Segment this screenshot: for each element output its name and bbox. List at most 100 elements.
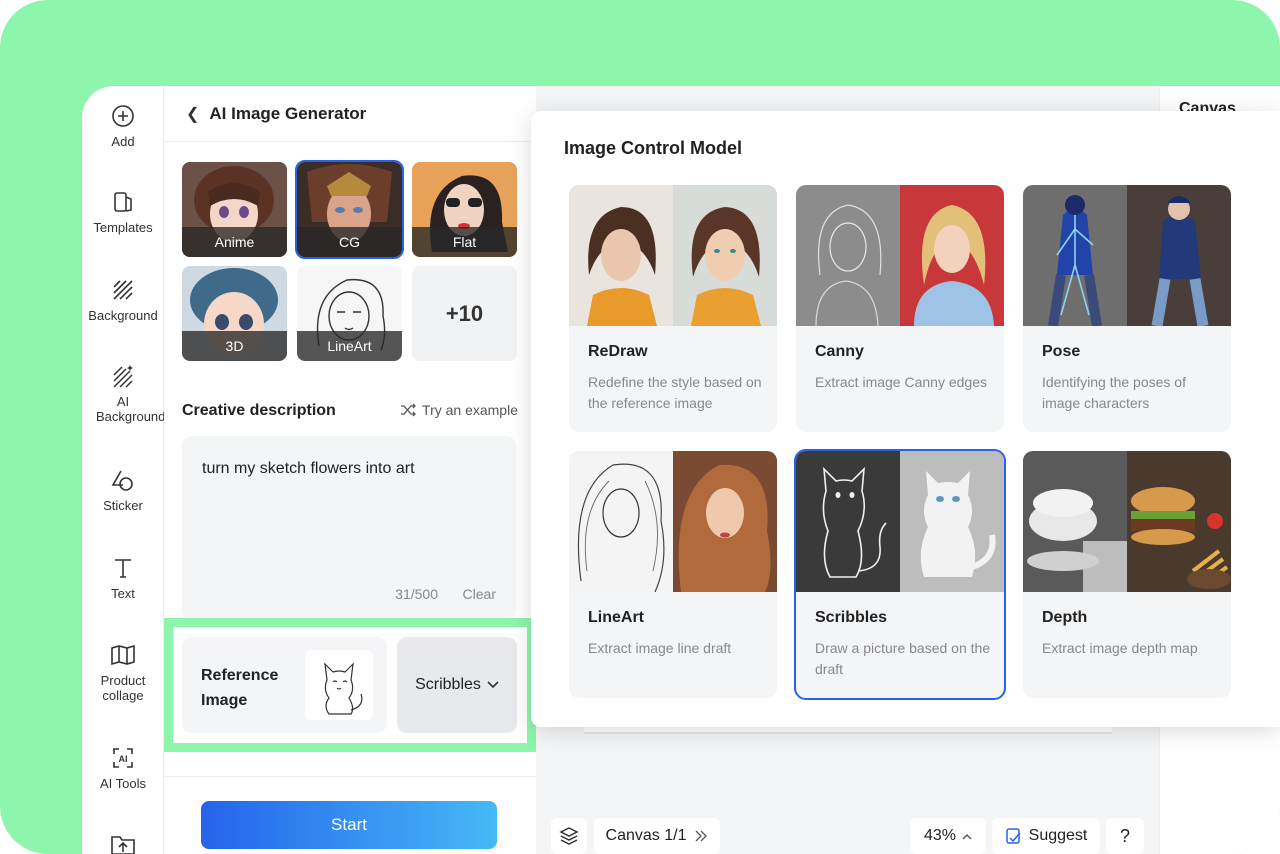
tool-ai-tools[interactable]: AI AI Tools [82,746,164,791]
model-description: Extract image depth map [1042,640,1198,656]
start-footer: Start [164,776,536,854]
tool-sticker[interactable]: Sticker [82,468,164,513]
upload-folder-icon [111,836,135,854]
collage-icon [111,644,135,666]
tool-sticker-label: Sticker [103,498,143,513]
style-card-label: CG [297,227,402,257]
model-description: Extract image line draft [588,640,732,656]
model-name: Canny [815,343,864,360]
model-card-depth[interactable]: Depth Extract image depth map [1023,451,1231,698]
model-name: Depth [1042,609,1088,626]
style-card-label: 3D [182,331,287,361]
model-name: LineArt [588,609,644,626]
reference-image-thumbnail[interactable] [305,650,373,720]
redraw-preview [569,185,777,326]
control-model-dropdown[interactable]: Scribbles [397,637,517,733]
try-example-button[interactable]: Try an example [400,402,518,418]
tool-product-collage-label: Product collage [100,673,146,703]
hatch-icon [113,280,133,300]
tool-templates-label: Templates [93,220,153,235]
more-styles-button[interactable]: +10 [412,266,517,361]
scribbles-preview [796,451,1004,592]
suggest-icon [1005,828,1021,844]
style-card-label: Flat [412,227,517,257]
style-card-anime[interactable]: Anime [182,162,287,257]
shuffle-icon [401,403,416,417]
tool-add-label: Add [111,134,135,149]
style-card-label: LineArt [297,331,402,361]
tool-ai-background-label: AI Background [96,394,166,424]
suggest-label: Suggest [1028,827,1088,844]
reference-image-box[interactable]: Reference Image [182,637,387,733]
ai-tools-icon: AI [113,748,133,768]
left-toolbar: Add Templates Background AI Background S… [82,86,166,854]
char-count: 31/500 [395,586,438,602]
clear-button[interactable]: Clear [463,586,496,602]
try-example-label: Try an example [422,402,518,418]
model-card-pose[interactable]: Pose Identifying the poses of image char… [1023,185,1231,432]
cat-sketch-image [324,662,363,715]
model-card-scribbles[interactable]: Scribbles Draw a picture based on the dr… [794,449,1006,700]
tool-ai-background[interactable]: AI Background [82,364,166,424]
tool-background-label: Background [88,308,158,323]
layers-icon [559,827,579,845]
control-model-value: Scribbles [415,676,481,693]
ai-generator-panel: ❮ AI Image Generator Anime CG Flat 3D Li… [164,86,536,854]
tool-add[interactable]: Add [82,104,164,149]
zoom-control[interactable]: 43% [910,818,986,854]
model-name: Scribbles [815,609,888,626]
model-description: Extract image Canny edges [815,374,987,390]
tool-product-collage[interactable]: Product collage [82,643,164,703]
pose-preview [1023,185,1231,326]
model-description: Draw a picture based on the draft [815,640,991,677]
tool-upload[interactable] [82,832,164,854]
sticker-icon [111,470,133,491]
panel-title: AI Image Generator [209,103,367,123]
tool-background[interactable]: Background [82,278,164,323]
screenshot-frame: Add Templates Background AI Background S… [0,0,1280,854]
model-name: ReDraw [588,343,648,360]
description-text: turn my sketch flowers into art [202,460,415,477]
style-card-lineart[interactable]: LineArt [297,266,402,361]
tool-text-label: Text [111,586,135,601]
depth-preview [1023,451,1231,592]
popup-title: Image Control Model [564,138,743,158]
plus-circle-icon [112,105,134,127]
image-control-model-popup: Image Control Model ReDraw Redefine the … [531,111,1280,727]
help-button[interactable]: ? [1106,818,1144,854]
suggest-button[interactable]: Suggest [992,818,1100,854]
model-description: Identifying the poses of image character… [1042,374,1186,411]
model-description: Redefine the style based on the referenc… [588,374,762,411]
model-card-redraw[interactable]: ReDraw Redefine the style based on the r… [569,185,777,432]
model-card-lineart[interactable]: LineArt Extract image line draft [569,451,777,698]
start-button[interactable]: Start [201,801,497,849]
zoom-level: 43% [923,827,957,844]
tool-text[interactable]: Text [82,556,164,601]
tool-ai-tools-label: AI Tools [99,776,146,791]
canny-preview [796,185,1004,326]
creative-description-title: Creative description [182,402,336,419]
svg-text:AI: AI [119,754,128,764]
layers-button[interactable] [551,818,587,854]
style-card-label: Anime [182,227,287,257]
lineart-preview [569,451,777,592]
chevron-down-icon [487,681,499,689]
back-chevron-icon[interactable]: ❮ [186,104,199,124]
panel-header: ❮ AI Image Generator [164,86,536,142]
editor-app: Add Templates Background AI Background S… [82,86,1280,854]
templates-icon [114,192,132,212]
ai-background-icon [113,365,133,388]
description-textarea[interactable]: turn my sketch flowers into art 31/500 C… [182,436,516,620]
chevron-up-icon [962,833,972,839]
style-card-3d[interactable]: 3D [182,266,287,361]
style-card-cg[interactable]: CG [295,160,404,259]
model-name: Pose [1042,343,1081,360]
style-card-flat[interactable]: Flat [412,162,517,257]
tool-templates[interactable]: Templates [82,190,164,235]
reference-image-label: Reference Image [201,667,279,709]
text-icon [115,559,131,578]
double-chevron-right-icon [696,830,708,842]
model-card-canny[interactable]: Canny Extract image Canny edges [796,185,1004,432]
canvas-pager-label: Canvas 1/1 [605,827,687,844]
canvas-pager[interactable]: Canvas 1/1 [594,818,720,854]
